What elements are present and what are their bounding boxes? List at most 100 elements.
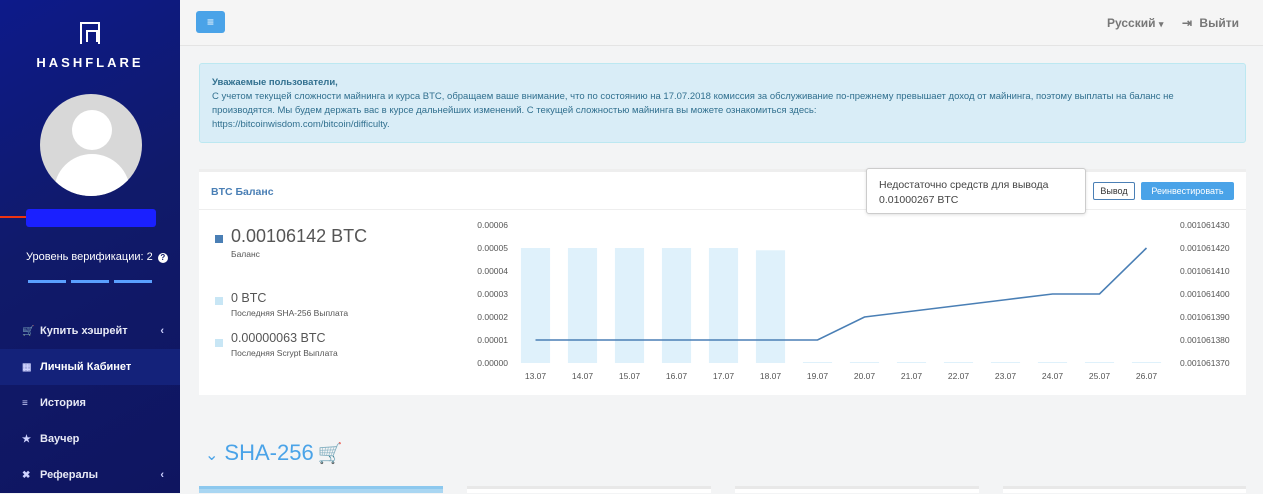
- verification-level: Уровень верификации: 2 ?: [26, 251, 168, 263]
- sha-legend-icon: [215, 297, 223, 305]
- y-tick-left: 0.00005: [477, 243, 508, 253]
- y-tick-right: 0.001061420: [1180, 243, 1230, 253]
- sidebar-item-label: История: [40, 397, 86, 409]
- sidebar: HASHFLARE Уровень верификации: 2 ? 🛒 Купи…: [0, 0, 180, 493]
- sidebar-item-label: Рефералы: [40, 469, 98, 481]
- alert-link[interactable]: https://bitcoinwisdom.com/bitcoin/diffic…: [212, 118, 1233, 132]
- caret-down-icon: ▾: [1158, 19, 1164, 29]
- x-tick: 23.07: [995, 371, 1017, 381]
- bar: [1084, 362, 1115, 363]
- withdraw-button[interactable]: Вывод: [1093, 182, 1135, 200]
- y-tick-right: 0.001061390: [1180, 312, 1230, 322]
- bar: [802, 362, 833, 363]
- scrypt-payout-value: 0.00000063 BTC: [231, 331, 326, 345]
- logo-icon: [80, 22, 100, 44]
- verification-progress: [28, 270, 157, 288]
- balance-value: 0.00106142 BTC: [231, 226, 368, 246]
- list-icon: ≡: [22, 398, 28, 409]
- y-tick-left: 0.00003: [477, 289, 508, 299]
- x-tick: 17.07: [713, 371, 735, 381]
- x-tick: 13.07: [525, 371, 547, 381]
- bar: [990, 362, 1021, 363]
- y-tick-right: 0.001061380: [1180, 335, 1230, 345]
- reinvest-button[interactable]: Реинвестировать: [1141, 182, 1234, 200]
- bar: [567, 248, 598, 363]
- menu-toggle-button[interactable]: ≡: [196, 11, 225, 33]
- x-tick: 24.07: [1042, 371, 1064, 381]
- sidebar-menu: 🛒 Купить хэшрейт ‹ ▦ Личный Кабинет ≡ История ★…: [0, 313, 180, 493]
- sidebar-item-label: Личный Кабинет: [40, 361, 132, 373]
- bar: [1131, 362, 1162, 363]
- y-tick-left: 0.00001: [477, 335, 508, 345]
- section-title-text: SHA-256: [224, 440, 314, 465]
- y-tick-right: 0.001061430: [1180, 220, 1230, 230]
- verification-label: Уровень верификации: 2: [26, 251, 153, 263]
- chevron-left-icon: ‹: [160, 325, 164, 337]
- language-selector[interactable]: Русский ▾: [1107, 16, 1163, 30]
- logout-icon: ⇥: [1182, 16, 1193, 30]
- sidebar-item-4[interactable]: ✖ Рефералы ‹: [0, 457, 180, 493]
- x-tick: 15.07: [619, 371, 641, 381]
- panel-header: BTC Баланс: [199, 172, 1246, 210]
- balance-legend-icon: [215, 235, 223, 243]
- balance-chart: 0.00006 0.00005 0.00004 0.00003 0.00002 0.000…: [477, 220, 1230, 381]
- avatar: [40, 94, 142, 196]
- alert-title: Уважаемые пользователи,: [212, 77, 338, 88]
- y-tick-left: 0.00000: [477, 358, 508, 368]
- logout-link[interactable]: ⇥ Выйти: [1182, 16, 1239, 30]
- network-icon: ✖: [22, 470, 31, 481]
- y-tick-right: 0.001061370: [1180, 358, 1230, 368]
- x-tick: 22.07: [948, 371, 970, 381]
- logout-label: Выйти: [1199, 16, 1239, 30]
- bar: [708, 248, 739, 363]
- star-icon: ★: [22, 434, 31, 445]
- y-tick-right: 0.001061400: [1180, 289, 1230, 299]
- x-tick: 20.07: [854, 371, 876, 381]
- tooltip-line-2: 0.01000267 BTC: [879, 194, 959, 206]
- y-tick-left: 0.00004: [477, 266, 508, 276]
- sha-payout-value: 0 BTC: [231, 291, 267, 305]
- panel-title: BTC Баланс: [211, 186, 274, 198]
- card-top-1: [199, 486, 443, 493]
- logo-text: HASHFLARE: [36, 55, 144, 70]
- bar: [849, 362, 880, 363]
- alert-body: С учетом текущей сложности майнинга и ку…: [212, 91, 1174, 116]
- card-top-3: [735, 486, 979, 493]
- bar: [896, 362, 927, 363]
- sha-payout-label: Последняя SHA-256 Выплата: [231, 308, 349, 318]
- balance-label: Баланс: [231, 249, 260, 259]
- bar: [520, 248, 551, 363]
- chevron-down-icon: ⌄: [205, 447, 219, 464]
- topbar: ≡ Русский ▾ ⇥ Выйти: [180, 0, 1263, 46]
- chevron-left-icon: ‹: [160, 469, 164, 481]
- scrypt-legend-icon: [215, 339, 223, 347]
- sidebar-item-label: Купить хэшрейт: [40, 325, 128, 337]
- card-top-2: [467, 486, 711, 493]
- withdraw-tooltip: Недостаточно средств для вывода 0.010002…: [866, 168, 1086, 214]
- tooltip-line-1: Недостаточно средств для вывода: [879, 179, 1049, 191]
- logo[interactable]: HASHFLARE: [0, 22, 180, 70]
- sidebar-item-label: Ваучер: [40, 433, 80, 445]
- dashboard-icon: ▦: [22, 362, 32, 373]
- redacted-username: [26, 209, 156, 227]
- language-label: Русский: [1107, 16, 1156, 30]
- sidebar-item-3[interactable]: ★ Ваучер: [0, 421, 180, 457]
- bar: [755, 250, 786, 363]
- bar: [1037, 362, 1068, 363]
- scrypt-payout-label: Последняя Scrypt Выплата: [231, 348, 338, 358]
- cart-icon[interactable]: 🛒: [318, 443, 343, 465]
- sidebar-item-2[interactable]: ≡ История: [0, 385, 180, 421]
- sha256-section-title[interactable]: ⌄ SHA-256 🛒: [205, 440, 343, 466]
- help-icon[interactable]: ?: [157, 253, 168, 263]
- x-tick: 25.07: [1089, 371, 1111, 381]
- x-tick: 14.07: [572, 371, 594, 381]
- x-tick: 19.07: [807, 371, 829, 381]
- x-tick: 26.07: [1136, 371, 1158, 381]
- x-tick: 16.07: [666, 371, 688, 381]
- sidebar-item-0[interactable]: 🛒 Купить хэшрейт ‹: [0, 313, 180, 349]
- cart-icon: 🛒: [22, 326, 35, 337]
- info-alert: Уважаемые пользователи, С учетом текущей…: [199, 63, 1246, 143]
- bar: [661, 248, 692, 363]
- y-tick-left: 0.00002: [477, 312, 508, 322]
- sidebar-item-1[interactable]: ▦ Личный Кабинет: [0, 349, 180, 385]
